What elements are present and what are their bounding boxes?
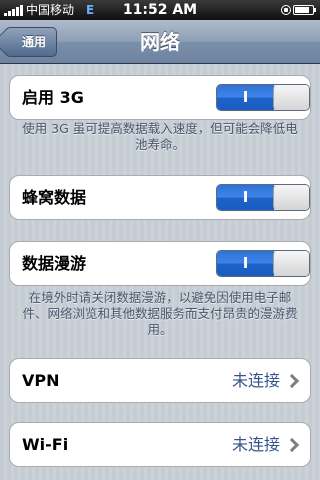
vpn-status: 未连接 bbox=[231, 371, 280, 390]
wifi-status: 未连接 bbox=[231, 435, 280, 454]
battery-icon bbox=[293, 5, 316, 15]
vpn-cell[interactable]: VPN 未连接 bbox=[9, 358, 311, 403]
data-roaming-cell: 数据漫游 I bbox=[9, 241, 311, 286]
enable-3g-footnote: 使用 3G 虽可提高数据载入速度，但可能会降低电池寿命。 bbox=[22, 121, 298, 152]
cellular-data-cell: 蜂窝数据 I bbox=[9, 175, 311, 220]
switch-on-indicator: I bbox=[217, 85, 274, 110]
cellular-data-switch[interactable]: I bbox=[216, 184, 310, 211]
enable-3g-label: 启用 3G bbox=[22, 88, 84, 107]
chevron-right-icon bbox=[284, 373, 300, 389]
enable-3g-switch[interactable]: I bbox=[216, 84, 310, 111]
data-roaming-switch[interactable]: I bbox=[216, 250, 310, 277]
chevron-right-icon bbox=[284, 437, 300, 453]
status-bar: 中国移动 E 11:52 AM bbox=[0, 0, 320, 20]
switch-on-indicator: I bbox=[217, 251, 274, 276]
vpn-label: VPN bbox=[22, 371, 60, 390]
switch-knob bbox=[273, 185, 309, 210]
data-roaming-label: 数据漫游 bbox=[22, 254, 87, 273]
switch-knob bbox=[273, 85, 309, 110]
enable-3g-cell: 启用 3G I bbox=[9, 75, 311, 120]
roaming-footnote: 在境外时请关闭数据漫游，以避免因使用电子邮件、网络浏览和其他数据服务而支付昂贵的… bbox=[22, 290, 298, 337]
switch-knob bbox=[273, 251, 309, 276]
cellular-data-label: 蜂窝数据 bbox=[22, 188, 87, 207]
page-title: 网络 bbox=[140, 30, 180, 54]
battery-level bbox=[295, 7, 309, 13]
rotation-lock-icon bbox=[281, 5, 291, 15]
wifi-label: Wi-Fi bbox=[22, 435, 69, 454]
wifi-cell[interactable]: Wi-Fi 未连接 bbox=[9, 422, 311, 467]
status-time: 11:52 AM bbox=[122, 2, 198, 18]
back-button-label: 通用 bbox=[22, 35, 47, 49]
switch-on-indicator: I bbox=[217, 185, 274, 210]
navigation-bar: 通用 网络 bbox=[0, 20, 320, 64]
